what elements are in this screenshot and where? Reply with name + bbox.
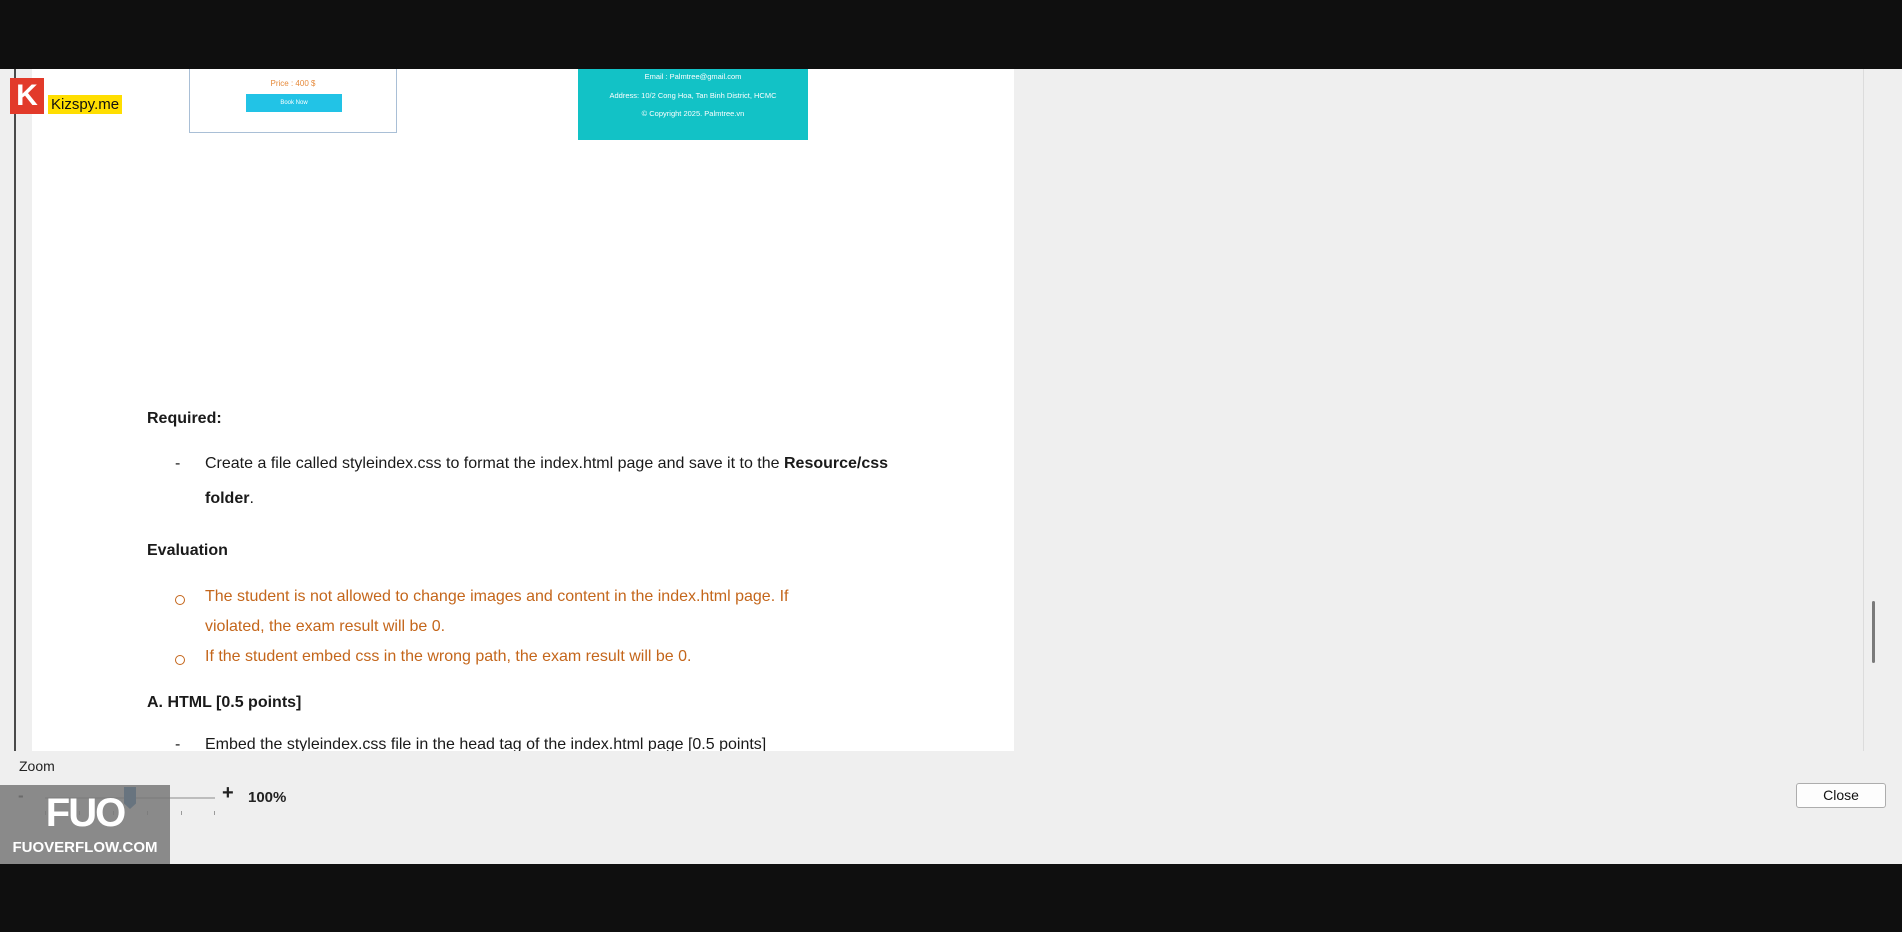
viewport-left-border	[14, 69, 16, 751]
viewport-right-border	[1863, 69, 1864, 751]
required-line-1: Create a file called styleindex.css to f…	[205, 455, 888, 473]
eval-item-2: If the student embed css in the wrong pa…	[205, 648, 692, 665]
card-price: Price : 400 $	[270, 79, 316, 88]
document-viewer-window: Price : 400 $ Book Now Email : Palmtree@…	[0, 69, 1902, 864]
fuoverflow-watermark: FUO FUOVERFLOW.COM	[0, 785, 170, 864]
footer-copyright: © Copyright 2025. Palmtree.vn	[641, 109, 745, 118]
required-line-2: folder.	[205, 490, 254, 508]
section-a-item: Embed the styleindex.css file in the hea…	[205, 736, 767, 751]
document-viewport[interactable]: Price : 400 $ Book Now Email : Palmtree@…	[0, 69, 1902, 751]
footer-preview: Email : Palmtree@gmail.com Address: 10/2…	[578, 69, 808, 140]
kizspy-watermark: K Kizspy.me	[10, 78, 142, 114]
footer-email: Email : Palmtree@gmail.com	[644, 72, 742, 81]
evaluation-heading: Evaluation	[147, 542, 228, 559]
bullet-circle	[175, 595, 185, 605]
required-line-2-end: .	[249, 490, 254, 507]
book-now-button: Book Now	[246, 94, 342, 112]
required-path-bold: Resource/css	[783, 455, 889, 472]
zoom-label: Zoom	[19, 758, 55, 774]
slider-tick	[214, 811, 215, 815]
fuoverflow-text: FUOVERFLOW.COM	[12, 839, 158, 856]
kizspy-text: Kizspy.me	[48, 95, 123, 114]
eval-item-1-line-2: violated, the exam result will be 0.	[205, 618, 446, 635]
bullet-circle	[175, 655, 185, 665]
bullet-dash: -	[175, 736, 181, 751]
eval-item-1-line-1: The student is not allowed to change ima…	[205, 588, 789, 605]
zoom-percentage: 100%	[248, 789, 287, 806]
zoom-in-button[interactable]: +	[222, 782, 234, 805]
required-line-1-text: Create a file called styleindex.css to f…	[205, 455, 784, 472]
tour-card-preview: Price : 400 $ Book Now	[189, 69, 397, 133]
close-button[interactable]: Close	[1796, 783, 1886, 808]
kizspy-logo-letter: K	[16, 79, 38, 112]
slider-tick	[181, 811, 182, 815]
required-folder-bold: folder	[205, 490, 250, 507]
required-heading: Required:	[147, 410, 222, 427]
section-a-heading: A. HTML [0.5 points]	[147, 694, 302, 711]
fuo-logo-mark: FUO	[45, 791, 126, 835]
footer-address: Address: 10/2 Cong Hoa, Tan Binh Distric…	[609, 91, 777, 100]
vertical-scrollbar-thumb[interactable]	[1872, 601, 1875, 663]
document-page: Price : 400 $ Book Now Email : Palmtree@…	[32, 69, 1014, 751]
bullet-dash: -	[175, 455, 181, 472]
